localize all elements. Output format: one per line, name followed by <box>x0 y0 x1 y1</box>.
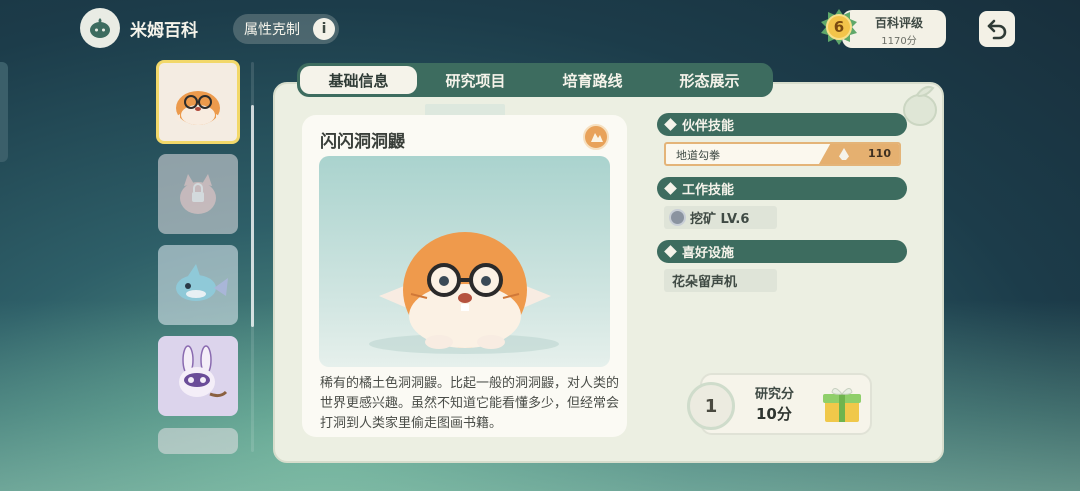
favorite-facility-value: 花朵留声机 <box>672 275 738 290</box>
partner-skill-bar[interactable]: 地道勾拳 110 <box>664 142 901 166</box>
mining-icon <box>669 209 686 226</box>
tab-basic-info[interactable]: 基础信息 <box>300 66 417 94</box>
rating-points: 1170分 <box>881 36 917 47</box>
attribute-counter-button[interactable]: 属性克制 i <box>233 14 339 44</box>
earth-element-icon <box>583 124 609 150</box>
pal-description: 稀有的橘土色洞洞鼹。比起一般的洞洞鼹，对人类的世界更感兴趣。虽然不知道它能看懂多… <box>320 376 620 431</box>
orange-mole-portrait-icon <box>369 232 559 354</box>
pal-list-item-rabbit[interactable] <box>158 336 238 416</box>
research-points-label: 研究分 <box>755 387 795 402</box>
back-arrow-icon <box>987 19 1007 40</box>
gift-box-icon[interactable] <box>820 382 864 426</box>
pal-list-item-locked[interactable] <box>158 154 238 234</box>
earth-element-icon <box>839 148 849 160</box>
tab-bar: 基础信息 研究项目 培育路线 形态展示 <box>297 63 773 97</box>
work-skill-header: 工作技能 <box>657 177 907 200</box>
work-skill-chip[interactable]: 挖矿 LV.6 <box>664 206 777 229</box>
diamond-icon <box>664 182 677 195</box>
partner-skill-power: 110 <box>868 147 891 160</box>
tab-breeding[interactable]: 培育路线 <box>534 66 651 94</box>
orange-mole-pal-icon <box>174 91 222 125</box>
work-skill-header-label: 工作技能 <box>682 183 735 198</box>
rating-level: 6 <box>833 18 845 36</box>
rating-label: 百科评级 <box>874 16 923 30</box>
pal-name: 闪闪洞洞鼹 <box>320 132 405 152</box>
app-avatar-icon <box>80 8 120 48</box>
tab-research[interactable]: 研究项目 <box>417 66 534 94</box>
side-drawer-handle[interactable] <box>0 62 8 162</box>
pal-portrait <box>319 156 610 367</box>
info-icon[interactable]: i <box>313 18 335 40</box>
locked-cat-pal-icon <box>180 174 216 214</box>
partner-skill-name: 地道勾拳 <box>676 149 720 162</box>
diamond-icon <box>664 118 677 131</box>
purple-rabbit-pal-icon <box>179 345 228 398</box>
pal-list-item-selected[interactable] <box>156 60 240 144</box>
page-title: 米姆百科 <box>130 21 198 41</box>
research-count: 1 <box>687 382 735 430</box>
partner-skill-header-label: 伙伴技能 <box>682 119 735 134</box>
work-skill-value: 挖矿 LV.6 <box>690 212 750 227</box>
partner-skill-header: 伙伴技能 <box>657 113 907 136</box>
skill-power-tag: 110 <box>819 144 899 164</box>
blue-fish-pal-icon <box>176 264 228 301</box>
back-button[interactable] <box>979 11 1015 47</box>
favorite-facility-header-label: 喜好设施 <box>682 246 735 261</box>
attribute-counter-label: 属性克制 <box>244 22 300 38</box>
pal-list-item-fish[interactable] <box>158 245 238 325</box>
favorite-facility-header: 喜好设施 <box>657 240 907 263</box>
list-scrollbar-thumb[interactable] <box>251 105 254 327</box>
tab-forms[interactable]: 形态展示 <box>651 66 768 94</box>
diamond-icon <box>664 245 677 258</box>
pal-list-item-partial[interactable] <box>158 428 238 454</box>
favorite-facility-chip[interactable]: 花朵留声机 <box>664 269 777 292</box>
rating-medal-icon: 6 <box>820 8 858 46</box>
research-points-value: 10分 <box>756 405 792 423</box>
